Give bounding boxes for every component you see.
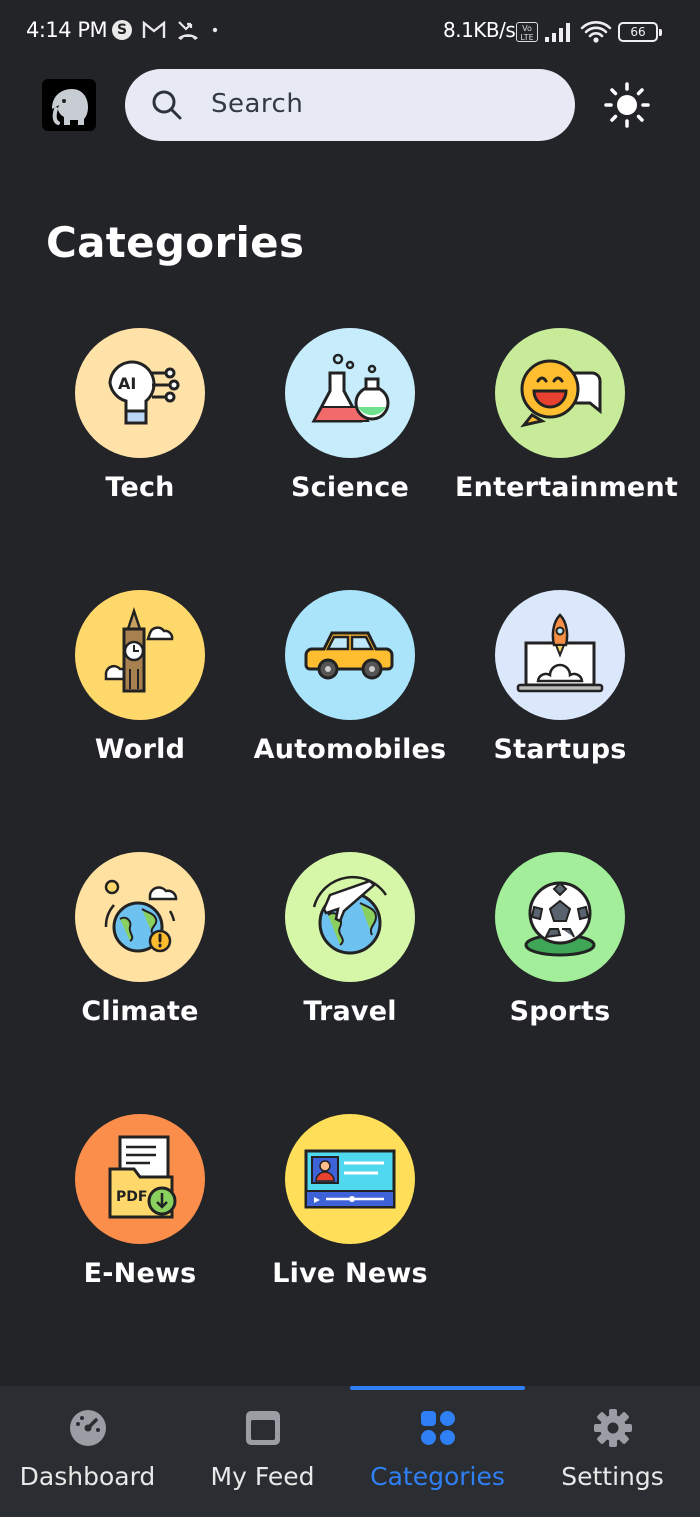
category-label: Tech	[105, 472, 175, 503]
gmail-icon	[142, 21, 166, 38]
category-tech-badge: AI	[75, 328, 205, 458]
category-label: Live News	[272, 1258, 428, 1289]
category-travel-badge	[285, 852, 415, 982]
ai-brain-icon: AI	[108, 360, 180, 425]
category-tech[interactable]: AI Tech	[35, 328, 245, 503]
wifi-icon	[580, 21, 612, 43]
category-startups[interactable]: Startups	[455, 590, 665, 765]
pdf-download-icon: PDF	[108, 1135, 177, 1219]
category-climate[interactable]: Climate	[35, 852, 245, 1027]
category-live-news-badge	[285, 1114, 415, 1244]
category-e-news[interactable]: PDF E-News	[35, 1114, 245, 1289]
category-startups-badge	[495, 590, 625, 720]
category-label: Startups	[493, 734, 627, 765]
category-world[interactable]: World	[35, 590, 245, 765]
s-app-icon: S	[112, 20, 132, 40]
category-sports-badge	[495, 852, 625, 982]
category-label: Travel	[303, 996, 397, 1027]
category-entertainment-badge	[495, 328, 625, 458]
category-automobiles[interactable]: Automobiles	[245, 590, 455, 765]
nav-label: Categories	[370, 1462, 505, 1491]
dot-icon	[212, 27, 218, 33]
category-e-news-badge: PDF	[75, 1114, 205, 1244]
big-ben-icon	[104, 607, 174, 693]
status-time: 4:14 PM	[26, 18, 108, 42]
category-label: Sports	[509, 996, 611, 1027]
live-video-icon	[304, 1149, 396, 1209]
network-speed: 8.1KB/s	[443, 18, 516, 42]
category-label: E-News	[83, 1258, 197, 1289]
soccer-ball-icon	[524, 881, 596, 957]
search-bar[interactable]: Search	[125, 69, 575, 141]
sun-icon[interactable]	[604, 82, 650, 128]
category-live-news[interactable]: Live News	[245, 1114, 455, 1289]
bottom-navigation: Dashboard My Feed Categories Settings	[0, 1386, 700, 1517]
feed-window-icon	[246, 1411, 280, 1445]
category-automobiles-badge	[285, 590, 415, 720]
category-entertainment[interactable]: Entertainment	[455, 328, 678, 503]
grid-icon	[421, 1411, 455, 1445]
speedometer-icon	[70, 1410, 106, 1446]
svg-text:AI: AI	[118, 374, 136, 393]
category-sports[interactable]: Sports	[455, 852, 665, 1027]
elephant-logo-icon	[52, 89, 88, 125]
globe-plane-icon	[312, 875, 388, 955]
car-icon	[304, 631, 394, 680]
gear-icon	[594, 1409, 632, 1447]
signal-icon	[545, 23, 570, 42]
category-travel[interactable]: Travel	[245, 852, 455, 1027]
rocket-laptop-icon	[516, 613, 604, 693]
laughing-chat-icon	[520, 359, 602, 428]
category-label: Climate	[81, 996, 199, 1027]
category-science[interactable]: Science	[245, 328, 455, 503]
volte-icon: Vo LTE	[516, 22, 538, 42]
status-bar: 4:14 PM S 8.1KB/s Vo LTE 66	[0, 0, 700, 64]
page-title: Categories	[46, 218, 305, 267]
nav-label: Settings	[561, 1462, 664, 1491]
search-icon	[152, 90, 182, 120]
category-label: Automobiles	[253, 734, 447, 765]
globe-weather-icon	[104, 879, 178, 953]
battery-icon: 66	[618, 22, 662, 42]
app-logo[interactable]	[42, 79, 96, 131]
category-climate-badge	[75, 852, 205, 982]
svg-text:PDF: PDF	[116, 1189, 147, 1205]
nav-label: My Feed	[210, 1462, 315, 1491]
nav-settings[interactable]: Settings	[525, 1386, 700, 1517]
category-label: Entertainment	[455, 472, 678, 503]
nav-label: Dashboard	[19, 1462, 156, 1491]
category-label: World	[94, 734, 186, 765]
nav-dashboard[interactable]: Dashboard	[0, 1386, 175, 1517]
nav-my-feed[interactable]: My Feed	[175, 1386, 350, 1517]
category-science-badge	[285, 328, 415, 458]
lab-flask-icon	[311, 353, 390, 423]
nav-categories[interactable]: Categories	[350, 1386, 525, 1517]
missed-call-icon	[178, 21, 198, 40]
category-world-badge	[75, 590, 205, 720]
category-label: Science	[291, 472, 409, 503]
search-input[interactable]: Search	[211, 89, 303, 119]
